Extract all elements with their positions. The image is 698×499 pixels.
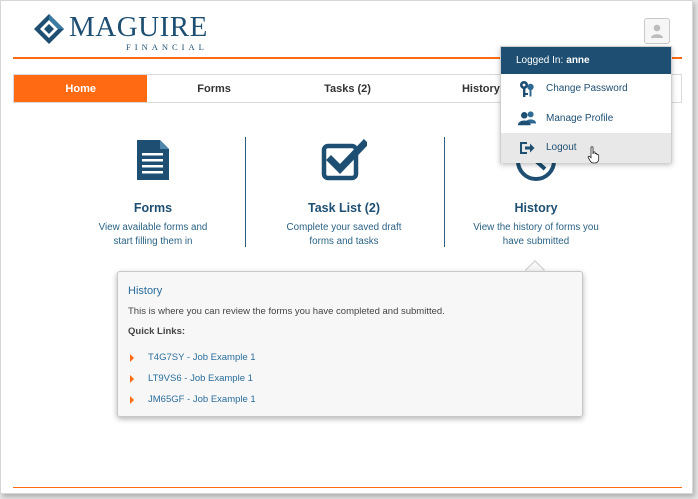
feature-history-description: View the history of forms you have submi… bbox=[473, 222, 599, 247]
feature-tasks-description: Complete your saved draft forms and task… bbox=[286, 222, 402, 247]
app-window: MAGUIRE FINANCIAL Home Forms Tasks (2) H… bbox=[0, 0, 693, 494]
feature-divider bbox=[444, 137, 445, 247]
logo-subtitle: FINANCIAL bbox=[126, 42, 208, 52]
quick-links-label: Quick Links: bbox=[128, 326, 186, 337]
username: anne bbox=[566, 55, 590, 66]
feature-divider bbox=[245, 137, 246, 247]
feature-history-title: History bbox=[514, 201, 558, 215]
tab-tasks[interactable]: Tasks (2) bbox=[281, 75, 414, 102]
quick-link-label: T4G7SY - Job Example 1 bbox=[148, 352, 256, 363]
logged-in-header: Logged In: anne bbox=[501, 47, 671, 74]
document-icon bbox=[88, 139, 218, 191]
popup-title: History bbox=[128, 285, 163, 297]
checkbox-icon bbox=[279, 139, 409, 191]
logged-in-label: Logged In: bbox=[516, 55, 564, 66]
caret-right-icon bbox=[130, 374, 134, 383]
user-icon bbox=[651, 24, 663, 38]
feature-tasks-title: Task List (2) bbox=[307, 201, 380, 215]
feature-forms[interactable]: Forms View available forms and start fil… bbox=[88, 139, 218, 249]
logo[interactable]: MAGUIRE FINANCIAL bbox=[33, 11, 208, 52]
menu-item-label: Change Password bbox=[546, 83, 628, 95]
user-dropdown-menu: Logged In: anne Change Password Manage P… bbox=[500, 46, 672, 163]
quick-link[interactable]: LT9VS6 - Job Example 1 bbox=[128, 368, 572, 389]
quick-link-label: JM65GF - Job Example 1 bbox=[148, 394, 256, 405]
logo-diamond-icon bbox=[33, 13, 65, 45]
quick-link[interactable]: T4G7SY - Job Example 1 bbox=[128, 347, 572, 368]
history-popup: History This is where you can review the… bbox=[117, 271, 583, 417]
users-icon bbox=[517, 110, 537, 126]
quick-link-label: LT9VS6 - Job Example 1 bbox=[148, 373, 253, 384]
menu-item-logout[interactable]: Logout bbox=[501, 133, 671, 163]
feature-forms-description: View available forms and start filling t… bbox=[98, 222, 208, 247]
menu-item-label: Logout bbox=[546, 142, 577, 154]
tab-forms[interactable]: Forms bbox=[147, 75, 280, 102]
menu-item-label: Manage Profile bbox=[546, 112, 614, 124]
user-menu-button[interactable] bbox=[644, 18, 670, 44]
footer-divider bbox=[13, 487, 682, 488]
hand-pointer-icon bbox=[587, 146, 601, 169]
feature-forms-title: Forms bbox=[133, 201, 173, 215]
logout-icon bbox=[517, 141, 537, 155]
keys-icon bbox=[517, 80, 537, 98]
feature-tasks[interactable]: Task List (2) Complete your saved draft … bbox=[279, 139, 409, 249]
quick-link[interactable]: JM65GF - Job Example 1 bbox=[128, 389, 572, 410]
menu-item-change-password[interactable]: Change Password bbox=[501, 74, 671, 104]
tab-home[interactable]: Home bbox=[14, 75, 148, 102]
caret-right-icon bbox=[130, 353, 134, 362]
popup-description: This is where you can review the forms y… bbox=[128, 306, 445, 317]
menu-item-manage-profile[interactable]: Manage Profile bbox=[501, 104, 671, 134]
caret-right-icon bbox=[130, 395, 134, 404]
logo-name: MAGUIRE bbox=[69, 11, 208, 43]
